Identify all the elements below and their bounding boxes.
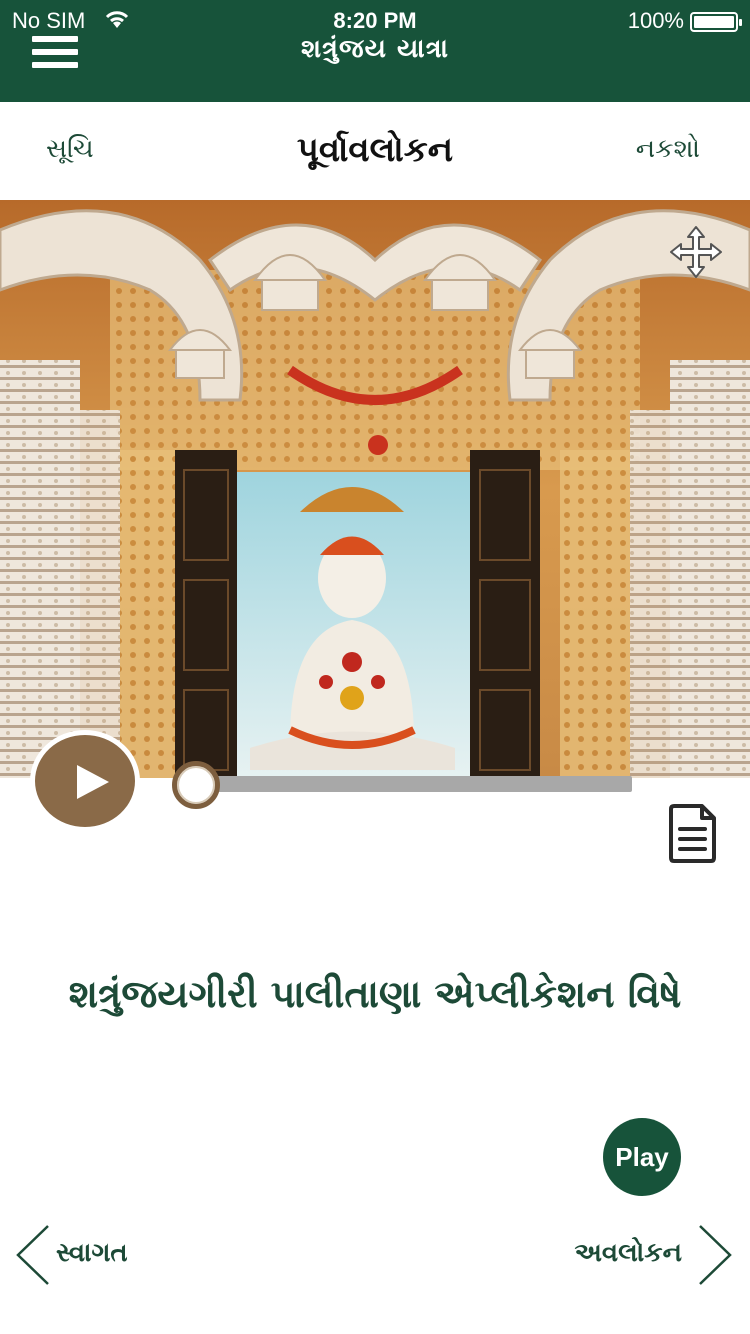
- prev-page-label: સ્વાગત: [56, 1238, 128, 1268]
- audio-seek-bar[interactable]: [192, 776, 632, 792]
- chevron-left-icon: [16, 1225, 49, 1285]
- battery-icon: [690, 12, 742, 32]
- next-page-link[interactable]: અવલોકન: [514, 1224, 734, 1286]
- chevron-right-icon: [699, 1225, 732, 1285]
- app-title: શત્રુંજય યાત્રા: [300, 34, 449, 64]
- prev-page-link[interactable]: સ્વાગત: [14, 1224, 194, 1286]
- nav-row: સૂચિ પૂર્વાવલોકન નકશો: [0, 102, 750, 200]
- map-link[interactable]: નકશો: [636, 134, 700, 165]
- temple-illustration: [0, 200, 750, 778]
- document-icon[interactable]: [668, 802, 718, 864]
- content-heading: શત્રુંજયગીરી પાલીતાણા એપ્લીકેશન વિષે: [68, 972, 682, 1016]
- play-button[interactable]: Play: [603, 1118, 681, 1196]
- list-link[interactable]: સૂચિ: [46, 134, 94, 165]
- play-icon: [77, 765, 109, 799]
- battery-percent: 100%: [627, 8, 684, 33]
- seek-thumb[interactable]: [172, 761, 220, 809]
- status-bar: No SIM 8:20 PM 100%: [0, 6, 750, 36]
- audio-play-button[interactable]: [30, 730, 140, 832]
- temple-photo: [0, 200, 750, 778]
- move-arrows-icon[interactable]: [668, 224, 724, 280]
- top-bar: No SIM 8:20 PM 100% શત્રુંજય યાત્રા: [0, 0, 750, 102]
- next-page-label: અવલોકન: [574, 1238, 682, 1268]
